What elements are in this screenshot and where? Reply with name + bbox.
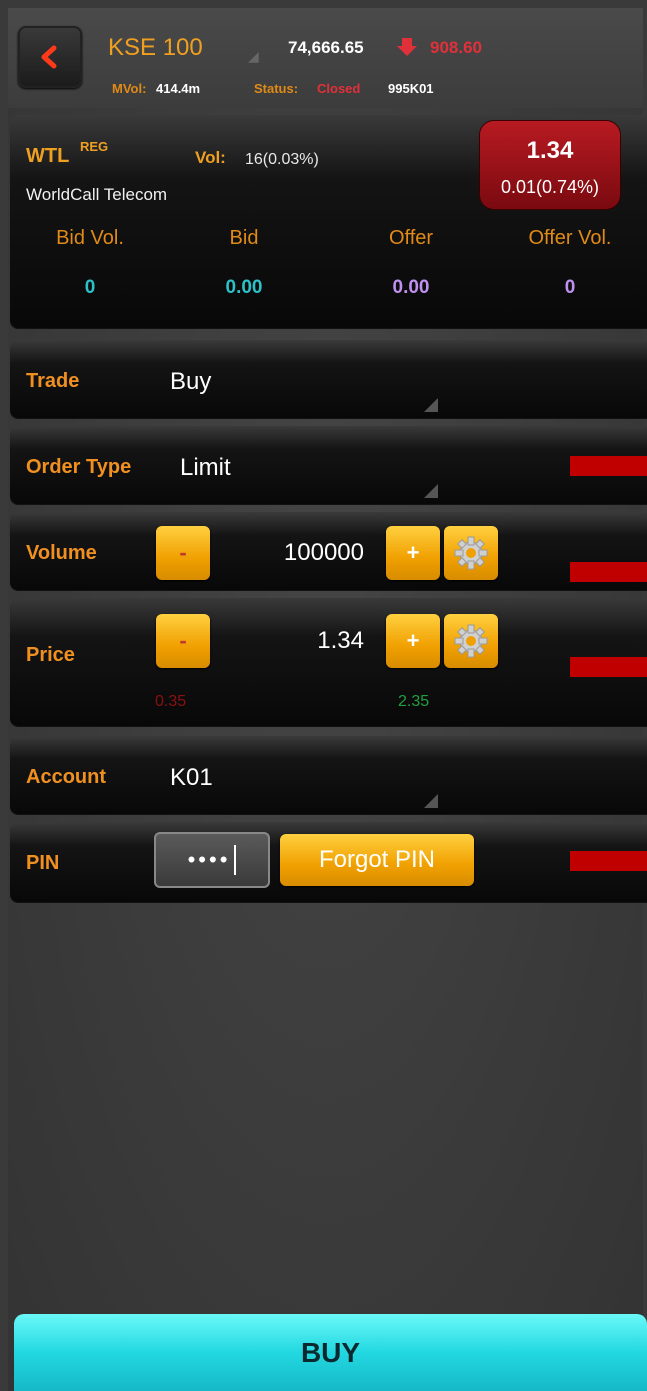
dropdown-corner-icon [424,398,438,412]
offer-value: 0.00 [392,277,430,298]
pin-row: PIN •••• Forgot PIN [10,822,647,902]
volume-increment-button[interactable]: + [386,526,440,580]
gear-icon [454,536,488,570]
volume-row: Volume - 100000 + [10,512,647,590]
trade-label: Trade [26,370,80,392]
pin-masked-value: •••• [187,847,231,872]
bid-vol-header: Bid Vol. [56,227,124,249]
price-input[interactable]: 1.34 [204,627,364,655]
price-decrement-button[interactable]: - [156,614,210,668]
index-change: 908.60 [430,38,482,57]
bid-value: 0.00 [225,277,263,298]
bid-vol-value: 0 [84,277,96,298]
volume-input[interactable]: 100000 [204,539,364,567]
text-caret [234,845,237,875]
vol-label: Vol: [195,148,226,167]
price-label: Price [26,644,75,666]
price-row: Price - 1.34 + 0.35 2.35 [10,598,647,726]
symbol: WTL [26,145,70,167]
status-value: Closed [317,81,361,96]
gear-icon [454,624,488,658]
bid-header: Bid [229,227,259,249]
sort-arrow-icon: ◢ [248,48,259,64]
volume-decrement-button[interactable]: - [156,526,210,580]
dropdown-corner-icon [424,794,438,808]
red-marker [570,657,647,677]
account-code: 995K01 [388,81,434,96]
index-value: 74,666.65 [288,38,364,57]
price-settings-button[interactable] [444,614,498,668]
index-name: KSE 100 [108,34,203,61]
price-increment-button[interactable]: + [386,614,440,668]
vol-value: 16(0.03%) [245,151,319,168]
price-lower-limit: 0.35 [155,693,187,710]
price-change: 0.01(0.74%) [500,177,600,197]
pin-input[interactable]: •••• [154,832,270,888]
order-type-select[interactable]: Limit [180,454,231,482]
quote-panel: WTL REG Vol: 16(0.03%) WorldCall Telecom… [10,115,647,328]
account-row[interactable]: Account K01 [10,736,647,814]
red-marker [570,562,647,582]
back-button[interactable] [18,26,82,88]
volume-label: Volume [26,542,97,564]
last-price: 1.34 [526,137,574,164]
order-type-row[interactable]: Order Type Limit [10,426,647,504]
account-select[interactable]: K01 [170,764,213,792]
market-type: REG [80,139,109,154]
red-marker [570,851,647,871]
price-upper-limit: 2.35 [398,693,430,710]
order-type-label: Order Type [26,456,132,478]
red-marker [570,456,647,476]
offer-header: Offer [388,227,434,249]
volume-settings-button[interactable] [444,526,498,580]
forgot-pin-button[interactable]: Forgot PIN [280,834,474,886]
trade-select[interactable]: Buy [170,368,211,396]
offer-vol-value: 0 [564,277,576,298]
mvol-value: 414.4m [156,81,201,96]
dropdown-corner-icon [424,484,438,498]
buy-button[interactable]: BUY [14,1314,647,1391]
account-label: Account [26,766,106,788]
back-arrow-icon [41,45,57,69]
pin-label: PIN [26,852,60,874]
market-header: KSE 100 ◢ 74,666.65 908.60 MVol: 414.4m … [8,8,643,108]
down-arrow-icon [397,38,417,56]
trade-row[interactable]: Trade Buy [10,340,647,418]
last-price-box: 1.34 0.01(0.74%) [480,121,620,209]
company-name: WorldCall Telecom [26,185,168,204]
offer-vol-header: Offer Vol. [528,227,612,249]
status-label: Status: [254,81,299,96]
mvol-label: MVol: [112,81,147,96]
